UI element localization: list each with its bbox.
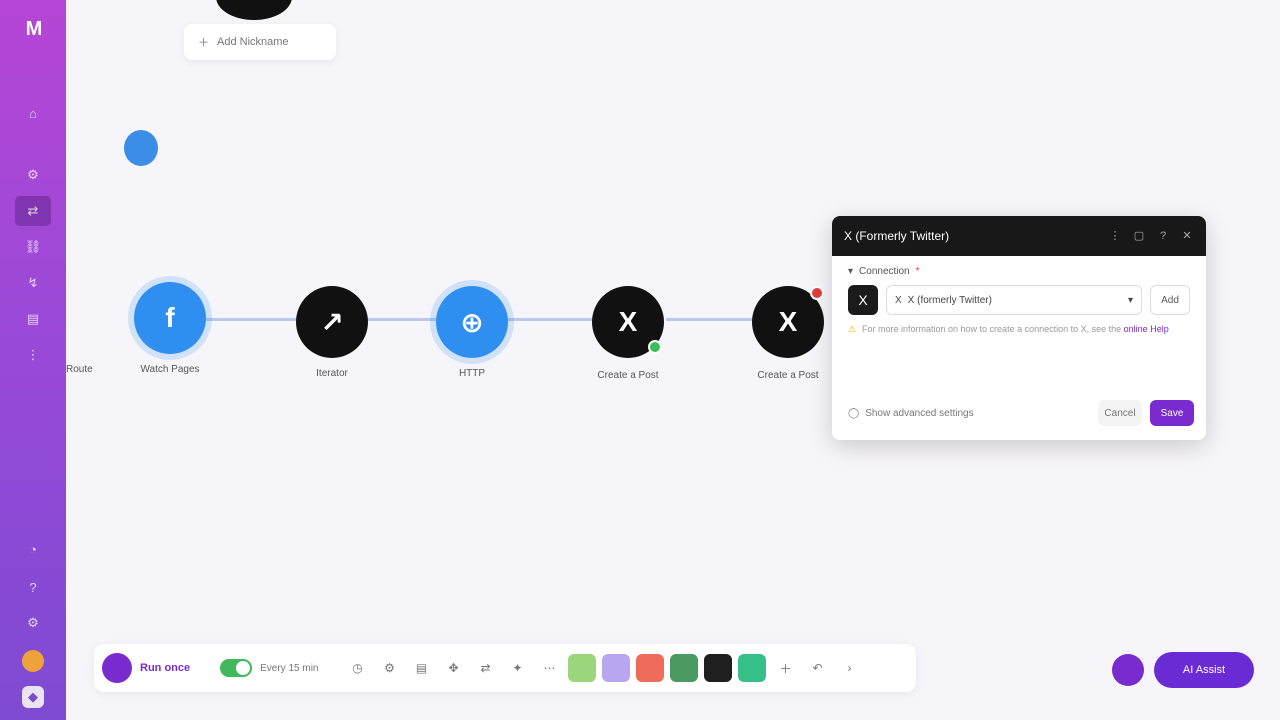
add-nickname-label: Add Nickname [217,36,289,48]
connections-icon[interactable]: ⛓ [22,236,44,258]
node-label: HTTP [458,368,486,379]
clock-icon[interactable]: ◷ [344,655,370,681]
panel-header: X (Formerly Twitter) ⋮ ▢ ? ✕ [832,216,1206,256]
add-connection-button[interactable]: Add [1150,285,1190,315]
extra-module-button[interactable] [738,654,767,682]
status-success-icon [648,340,662,354]
help-chat-button[interactable] [1112,654,1144,686]
x-logo-icon: X [895,294,902,306]
chevron-down-icon[interactable]: ▾ [848,266,853,277]
close-icon[interactable]: ✕ [1180,229,1194,243]
toggle-switch[interactable] [220,659,253,677]
scheduling-toggle[interactable]: Every 15 min [220,659,338,677]
scenarios-icon[interactable]: ⇄ [15,196,51,226]
route-label: Route [66,364,93,375]
sidebar: M ⌂ ⚙ ⇄ ⛓ ↯ ▤ ⋮ ◔ ? ⚙ ◆ [0,0,66,720]
globe-icon: ⊕ [460,306,484,338]
iterator-icon: ↗ [320,306,344,338]
plus-icon[interactable]: ＋ [772,655,798,681]
status-error-icon [810,286,824,300]
node-label: Iterator [316,368,348,379]
favorites-button[interactable] [670,654,699,682]
x-logo-icon: X [848,285,878,315]
ai-assist-button[interactable]: AI Assist [1154,652,1254,688]
toggle-icon: ◯ [848,407,860,419]
notes-icon[interactable]: ▤ [408,655,434,681]
module-settings-panel: X (Formerly Twitter) ⋮ ▢ ? ✕ ▾ Connectio… [832,216,1206,440]
help-icon[interactable]: ? [1156,229,1170,243]
explain-icon[interactable]: ✦ [504,655,530,681]
partial-module-node[interactable] [216,0,292,20]
notifications-icon[interactable]: ◔ [22,538,44,560]
play-icon [102,653,132,683]
save-button[interactable]: Save [1150,400,1194,426]
maximize-icon[interactable]: ▢ [1132,229,1146,243]
settings-icon[interactable]: ⚙ [376,655,402,681]
x-logo-icon: X [778,306,798,337]
warning-icon: ⚠ [848,324,857,334]
flow-icon[interactable]: ⇄ [472,655,498,681]
required-marker: * [915,266,920,277]
text-parser-button[interactable] [636,654,665,682]
more-icon[interactable]: ⋯ [536,655,562,681]
cancel-button[interactable]: Cancel [1098,400,1142,426]
data-stores-icon[interactable]: ▤ [22,308,44,330]
node-label: Create a Post [597,370,659,381]
iterator-node[interactable]: ↗ [296,286,368,358]
panel-title: X (Formerly Twitter) [844,229,950,243]
more-options-icon[interactable]: ⋮ [1108,229,1122,243]
more-icon[interactable]: ⋮ [22,344,44,366]
tools-module-button[interactable] [568,654,597,682]
make-logo[interactable]: M [18,18,50,42]
webhooks-icon[interactable]: ↯ [22,272,44,294]
plus-icon: ＋ [198,37,209,49]
connection-label: ▾ Connection * [848,266,920,277]
node-label: Create a Post [757,370,819,381]
chevron-right-icon[interactable]: › [836,655,862,681]
node-label: Watch Pages [140,364,200,375]
advanced-settings-toggle[interactable]: ◯ Show advanced settings [848,408,1090,419]
bottom-toolbar: Run once Every 15 min ◷ ⚙ ▤ ✥ ⇄ ✦ ⋯ ＋ ↶ … [94,644,916,692]
x-module-button[interactable] [704,654,733,682]
partial-router-node[interactable] [124,130,158,166]
flow-control-button[interactable] [602,654,631,682]
facebook-pages-node[interactable]: f [134,282,206,354]
run-once-button[interactable]: Run once [102,653,214,683]
facebook-icon: f [165,302,175,333]
templates-icon[interactable]: ⌂ [22,102,44,124]
organization-icon[interactable]: ◆ [22,686,44,708]
gear-icon[interactable]: ⚙ [22,164,44,186]
chevron-down-icon: ▾ [1127,294,1133,306]
align-icon[interactable]: ✥ [440,655,466,681]
online-help-link[interactable]: online Help [1124,324,1169,334]
connection-hint: ⚠ For more information on how to create … [848,324,1169,334]
settings-icon[interactable]: ⚙ [22,612,44,634]
http-node[interactable]: ⊕ [436,286,508,358]
x-logo-icon: X [618,306,638,337]
user-avatar[interactable] [22,650,44,672]
connection-value: X (formerly Twitter) [907,294,992,306]
connection-select[interactable]: X X (formerly Twitter) ▾ [886,285,1142,315]
add-nickname-button[interactable]: ＋ Add Nickname [184,24,336,60]
help-icon[interactable]: ? [22,576,44,598]
undo-icon[interactable]: ↶ [804,655,830,681]
